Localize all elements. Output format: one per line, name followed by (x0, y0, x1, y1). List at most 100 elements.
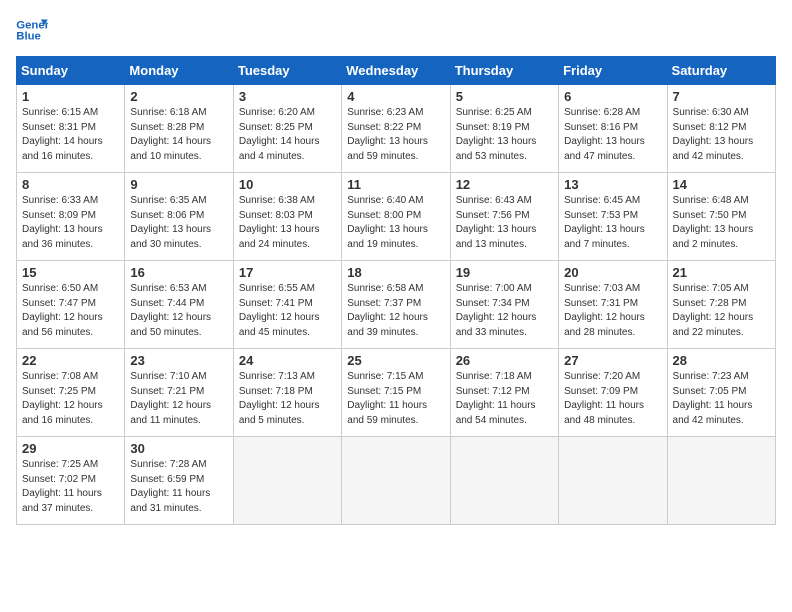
calendar-cell: 22Sunrise: 7:08 AM Sunset: 7:25 PM Dayli… (17, 349, 125, 437)
day-info: Sunrise: 7:10 AM Sunset: 7:21 PM Dayligh… (130, 370, 227, 428)
day-number: 15 (22, 265, 119, 280)
calendar-cell: 12 Sunrise: 6:43 AM Sunset: 7:56 PM Dayli… (450, 173, 558, 261)
calendar-cell: 7 Sunrise: 6:30 AM Sunset: 8:12 PM Daylig… (667, 85, 775, 173)
calendar-cell: 15 Sunrise: 6:50 AM Sunset: 7:47 PM Dayli… (17, 261, 125, 349)
day-number: 26 (456, 353, 553, 368)
day-info: Sunrise: 7:18 AM Sunset: 7:12 PM Dayligh… (456, 370, 553, 428)
day-info: Sunrise: 7:08 AM Sunset: 7:25 PM Dayligh… (22, 370, 119, 428)
day-number: 11 (347, 177, 444, 192)
day-info: Sunrise: 6:33 AM Sunset: 8:09 PM Dayligh… (22, 194, 119, 252)
day-info: Sunrise: 6:35 AM Sunset: 8:06 PM Dayligh… (130, 194, 227, 252)
page-header: General Blue (16, 16, 776, 44)
calendar-cell: 14Sunrise: 6:48 AM Sunset: 7:50 PM Dayli… (667, 173, 775, 261)
calendar-cell: 21 Sunrise: 7:05 AM Sunset: 7:28 PM Dayli… (667, 261, 775, 349)
day-info: Sunrise: 6:50 AM Sunset: 7:47 PM Dayligh… (22, 282, 119, 340)
day-number: 29 (22, 441, 119, 456)
day-number: 30 (130, 441, 227, 456)
day-info: Sunrise: 7:23 AM Sunset: 7:05 PM Dayligh… (673, 370, 770, 428)
calendar-cell: 9 Sunrise: 6:35 AM Sunset: 8:06 PM Daylig… (125, 173, 233, 261)
calendar-cell (667, 437, 775, 525)
calendar-cell: 23 Sunrise: 7:10 AM Sunset: 7:21 PM Dayli… (125, 349, 233, 437)
day-info: Sunrise: 6:55 AM Sunset: 7:41 PM Dayligh… (239, 282, 336, 340)
calendar-row: 1Sunrise: 6:15 AM Sunset: 8:31 PM Daylig… (17, 85, 776, 173)
weekday-header: Thursday (450, 57, 558, 85)
calendar-cell (559, 437, 667, 525)
day-number: 14 (673, 177, 770, 192)
day-info: Sunrise: 7:28 AM Sunset: 6:59 PM Dayligh… (130, 458, 227, 516)
day-number: 24 (239, 353, 336, 368)
day-number: 7 (673, 89, 770, 104)
calendar-row: 29 Sunrise: 7:25 AM Sunset: 7:02 PM Dayli… (17, 437, 776, 525)
calendar-cell: 10Sunrise: 6:38 AM Sunset: 8:03 PM Dayli… (233, 173, 341, 261)
weekday-header: Sunday (17, 57, 125, 85)
day-info: Sunrise: 7:03 AM Sunset: 7:31 PM Dayligh… (564, 282, 661, 340)
day-number: 17 (239, 265, 336, 280)
calendar-cell: 18 Sunrise: 6:58 AM Sunset: 7:37 PM Dayli… (342, 261, 450, 349)
weekday-header: Saturday (667, 57, 775, 85)
day-info: Sunrise: 7:13 AM Sunset: 7:18 PM Dayligh… (239, 370, 336, 428)
day-number: 4 (347, 89, 444, 104)
weekday-header: Wednesday (342, 57, 450, 85)
day-number: 25 (347, 353, 444, 368)
calendar-cell: 28Sunrise: 7:23 AM Sunset: 7:05 PM Dayli… (667, 349, 775, 437)
day-number: 9 (130, 177, 227, 192)
logo: General Blue (16, 16, 56, 44)
day-number: 16 (130, 265, 227, 280)
day-number: 19 (456, 265, 553, 280)
calendar-cell: 24 Sunrise: 7:13 AM Sunset: 7:18 PM Dayli… (233, 349, 341, 437)
weekday-header: Friday (559, 57, 667, 85)
day-number: 13 (564, 177, 661, 192)
day-number: 5 (456, 89, 553, 104)
day-info: Sunrise: 7:15 AM Sunset: 7:15 PM Dayligh… (347, 370, 444, 428)
svg-text:Blue: Blue (16, 31, 41, 43)
day-info: Sunrise: 6:58 AM Sunset: 7:37 PM Dayligh… (347, 282, 444, 340)
day-number: 3 (239, 89, 336, 104)
calendar-cell: 6Sunrise: 6:28 AM Sunset: 8:16 PM Daylig… (559, 85, 667, 173)
calendar-cell: 29 Sunrise: 7:25 AM Sunset: 7:02 PM Dayli… (17, 437, 125, 525)
calendar-cell: 20 Sunrise: 7:03 AM Sunset: 7:31 PM Dayli… (559, 261, 667, 349)
calendar-cell: 13Sunrise: 6:45 AM Sunset: 7:53 PM Dayli… (559, 173, 667, 261)
day-info: Sunrise: 6:40 AM Sunset: 8:00 PM Dayligh… (347, 194, 444, 252)
calendar-cell: 2Sunrise: 6:18 AM Sunset: 8:28 PM Daylig… (125, 85, 233, 173)
day-info: Sunrise: 7:25 AM Sunset: 7:02 PM Dayligh… (22, 458, 119, 516)
calendar-cell (233, 437, 341, 525)
calendar-cell: 16 Sunrise: 6:53 AM Sunset: 7:44 PM Dayli… (125, 261, 233, 349)
calendar-row: 8 Sunrise: 6:33 AM Sunset: 8:09 PM Daylig… (17, 173, 776, 261)
weekday-header: Monday (125, 57, 233, 85)
day-number: 20 (564, 265, 661, 280)
calendar-cell: 11 Sunrise: 6:40 AM Sunset: 8:00 PM Dayli… (342, 173, 450, 261)
calendar-cell: 26 Sunrise: 7:18 AM Sunset: 7:12 PM Dayli… (450, 349, 558, 437)
logo-icon: General Blue (16, 16, 48, 44)
day-info: Sunrise: 7:00 AM Sunset: 7:34 PM Dayligh… (456, 282, 553, 340)
weekday-header: Tuesday (233, 57, 341, 85)
calendar-table: SundayMondayTuesdayWednesdayThursdayFrid… (16, 56, 776, 525)
calendar-cell (342, 437, 450, 525)
calendar-cell: 3 Sunrise: 6:20 AM Sunset: 8:25 PM Daylig… (233, 85, 341, 173)
day-info: Sunrise: 6:43 AM Sunset: 7:56 PM Dayligh… (456, 194, 553, 252)
calendar-cell: 27Sunrise: 7:20 AM Sunset: 7:09 PM Dayli… (559, 349, 667, 437)
day-number: 1 (22, 89, 119, 104)
day-number: 18 (347, 265, 444, 280)
day-number: 23 (130, 353, 227, 368)
day-info: Sunrise: 6:20 AM Sunset: 8:25 PM Dayligh… (239, 106, 336, 164)
header-row: SundayMondayTuesdayWednesdayThursdayFrid… (17, 57, 776, 85)
calendar-cell: 8 Sunrise: 6:33 AM Sunset: 8:09 PM Daylig… (17, 173, 125, 261)
day-info: Sunrise: 6:30 AM Sunset: 8:12 PM Dayligh… (673, 106, 770, 164)
calendar-cell: 19 Sunrise: 7:00 AM Sunset: 7:34 PM Dayli… (450, 261, 558, 349)
day-info: Sunrise: 7:05 AM Sunset: 7:28 PM Dayligh… (673, 282, 770, 340)
day-info: Sunrise: 6:23 AM Sunset: 8:22 PM Dayligh… (347, 106, 444, 164)
calendar-cell: 1Sunrise: 6:15 AM Sunset: 8:31 PM Daylig… (17, 85, 125, 173)
calendar-cell: 30 Sunrise: 7:28 AM Sunset: 6:59 PM Dayli… (125, 437, 233, 525)
calendar-row: 22Sunrise: 7:08 AM Sunset: 7:25 PM Dayli… (17, 349, 776, 437)
day-number: 27 (564, 353, 661, 368)
calendar-cell: 4 Sunrise: 6:23 AM Sunset: 8:22 PM Daylig… (342, 85, 450, 173)
calendar-cell: 17 Sunrise: 6:55 AM Sunset: 7:41 PM Dayli… (233, 261, 341, 349)
calendar-cell: 5Sunrise: 6:25 AM Sunset: 8:19 PM Daylig… (450, 85, 558, 173)
day-number: 8 (22, 177, 119, 192)
day-number: 21 (673, 265, 770, 280)
calendar-row: 15 Sunrise: 6:50 AM Sunset: 7:47 PM Dayli… (17, 261, 776, 349)
day-number: 2 (130, 89, 227, 104)
day-info: Sunrise: 6:38 AM Sunset: 8:03 PM Dayligh… (239, 194, 336, 252)
day-number: 12 (456, 177, 553, 192)
day-info: Sunrise: 6:53 AM Sunset: 7:44 PM Dayligh… (130, 282, 227, 340)
